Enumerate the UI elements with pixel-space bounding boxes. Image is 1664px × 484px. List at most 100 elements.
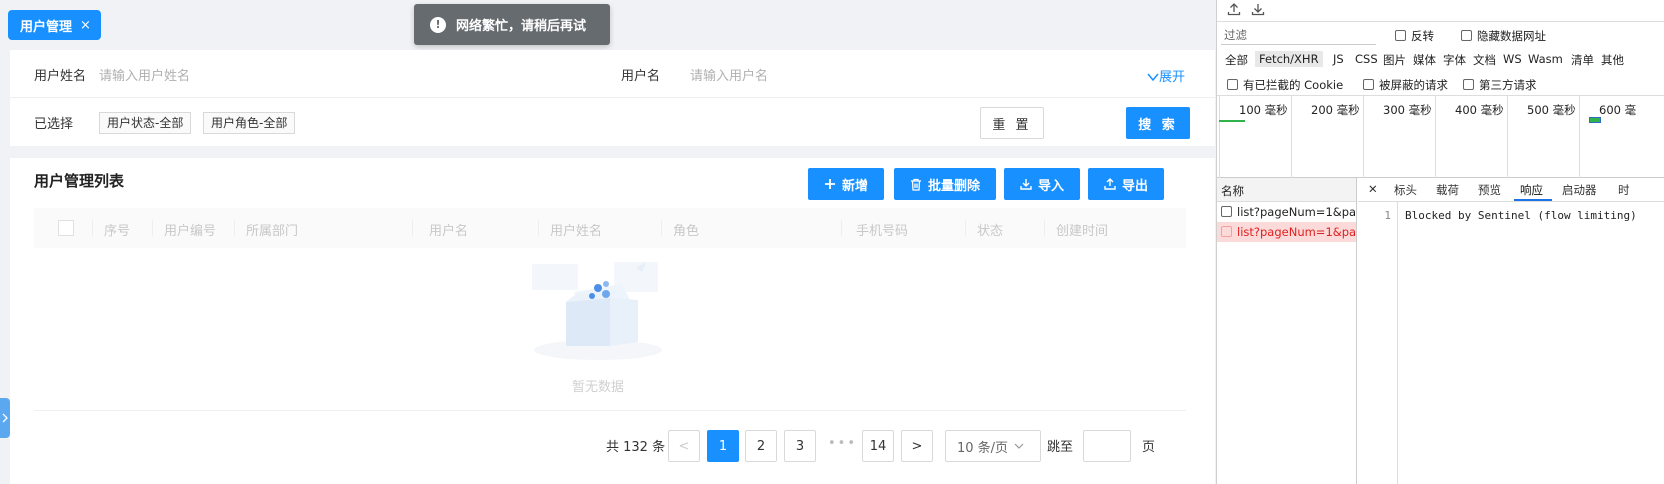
name-column-header[interactable]: 名称 — [1217, 178, 1356, 202]
timeline-label: 100 毫秒 — [1239, 103, 1288, 117]
add-button[interactable]: 新增 — [808, 168, 884, 200]
close-icon[interactable]: × — [80, 18, 91, 33]
filter-input[interactable]: 过滤 — [1221, 26, 1376, 45]
col-role: 角色 — [673, 224, 700, 239]
blocked-requests-option[interactable]: 被屏蔽的请求 — [1363, 77, 1448, 93]
column-divider — [92, 220, 93, 236]
col-index: 序号 — [104, 224, 131, 239]
select-all-checkbox[interactable] — [58, 220, 74, 236]
active-tab-indicator — [1514, 199, 1552, 201]
request-filter-row: 有已拦截的 Cookie 被屏蔽的请求 第三方请求 — [1217, 72, 1664, 96]
blocked-cookies-label: 有已拦截的 Cookie — [1243, 78, 1344, 92]
download-icon[interactable] — [1251, 2, 1265, 16]
blocked-cookies-checkbox[interactable] — [1227, 79, 1238, 90]
request-name: list?pageNum=1&pa... — [1237, 225, 1356, 239]
tab-preview[interactable]: 预览 — [1478, 182, 1501, 198]
col-status: 状态 — [977, 224, 1004, 239]
hide-data-urls-option[interactable]: 隐藏数据网址 — [1461, 28, 1546, 44]
timeline-label: 300 毫秒 — [1383, 103, 1432, 117]
third-party-option[interactable]: 第三方请求 — [1463, 77, 1537, 93]
expand-toggle[interactable]: 展开 — [1147, 66, 1185, 85]
empty-state: 暂无数据 — [518, 258, 678, 398]
tab-user-management[interactable]: 用户管理 × — [8, 10, 101, 40]
col-created-at: 创建时间 — [1056, 224, 1109, 239]
chip-user-role[interactable]: 用户角色-全部 — [203, 112, 296, 134]
request-row-error[interactable]: list?pageNum=1&pa... — [1217, 222, 1356, 242]
timeline-gridline — [1219, 96, 1220, 178]
chevron-right-icon — [2, 413, 8, 423]
column-divider — [152, 220, 153, 236]
search-button[interactable]: 搜 索 — [1126, 107, 1190, 139]
table-header: 序号 用户编号 所属部门 用户名 用户姓名 角色 手机号码 状态 创建时间 — [34, 208, 1186, 248]
tab-headers[interactable]: 标头 — [1394, 182, 1417, 198]
export-button[interactable]: 导出 — [1088, 168, 1164, 200]
blocked-cookies-option[interactable]: 有已拦截的 Cookie — [1227, 77, 1343, 93]
close-icon[interactable]: ✕ — [1368, 182, 1378, 196]
request-detail: ✕ 标头 载荷 预览 响应 启动器 时 1 Blocked by Sentine… — [1358, 178, 1664, 484]
chevron-down-icon — [1147, 73, 1159, 82]
sidebar-expand-handle[interactable] — [0, 398, 10, 438]
response-viewer[interactable]: 1 Blocked by Sentinel (flow limiting) — [1358, 202, 1664, 484]
type-css[interactable]: CSS — [1355, 52, 1378, 66]
user-fullname-input[interactable]: 请输入用户姓名 — [99, 65, 519, 85]
search-row: 用户姓名 请输入用户姓名 用户名 请输入用户名 展开 — [10, 50, 1215, 98]
invert-option[interactable]: 反转 — [1395, 28, 1434, 44]
third-party-label: 第三方请求 — [1479, 78, 1537, 92]
type-img[interactable]: 图片 — [1383, 52, 1406, 68]
type-all[interactable]: 全部 — [1225, 52, 1248, 68]
blocked-requests-checkbox[interactable] — [1363, 79, 1374, 90]
username-input[interactable]: 请输入用户名 — [690, 65, 1090, 85]
timeline-label: 600 毫 — [1599, 103, 1637, 117]
list-title: 用户管理列表 — [34, 172, 125, 190]
tab-payload[interactable]: 载荷 — [1436, 182, 1459, 198]
tag-bar: 用户管理 × — [8, 10, 101, 40]
type-wasm[interactable]: Wasm — [1528, 52, 1563, 66]
blocked-requests-label: 被屏蔽的请求 — [1379, 78, 1448, 92]
timeline-label: 500 毫秒 — [1527, 103, 1576, 117]
upload-icon[interactable] — [1227, 2, 1241, 16]
timeline-bar-ok — [1219, 120, 1245, 122]
expand-label: 展开 — [1158, 70, 1185, 85]
batch-delete-button[interactable]: 批量删除 — [894, 168, 996, 200]
network-timeline[interactable]: 100 毫秒 200 毫秒 300 毫秒 400 毫秒 500 毫秒 600 毫 — [1217, 96, 1664, 178]
import-button[interactable]: 导入 — [1004, 168, 1080, 200]
timeline-gridline — [1435, 96, 1436, 178]
timeline-label: 200 毫秒 — [1311, 103, 1360, 117]
column-divider — [965, 220, 966, 236]
type-ws[interactable]: WS — [1503, 52, 1522, 66]
request-name: list?pageNum=1&pa... — [1237, 205, 1356, 219]
timeline-gridline — [1507, 96, 1508, 178]
column-divider — [661, 220, 662, 236]
invert-checkbox[interactable] — [1395, 30, 1406, 41]
chip-user-status[interactable]: 用户状态-全部 — [99, 112, 192, 134]
tab-initiator[interactable]: 启动器 — [1562, 182, 1597, 198]
download-icon — [1020, 179, 1032, 190]
type-font[interactable]: 字体 — [1443, 52, 1466, 68]
error-toast: ! 网络繁忙，请稍后再试 — [414, 4, 610, 45]
export-label: 导出 — [1121, 178, 1148, 194]
request-list: 名称 list?pageNum=1&pa... list?pageNum=1&p… — [1217, 178, 1357, 484]
user-fullname-label: 用户姓名 — [34, 69, 87, 84]
trash-icon — [910, 178, 921, 191]
request-checkbox[interactable] — [1221, 206, 1232, 217]
type-other[interactable]: 其他 — [1601, 52, 1624, 68]
hide-data-urls-checkbox[interactable] — [1461, 30, 1472, 41]
reset-button[interactable]: 重 置 — [980, 107, 1044, 139]
request-checkbox[interactable] — [1221, 226, 1232, 237]
column-divider — [538, 220, 539, 236]
tab-response[interactable]: 响应 — [1520, 182, 1543, 198]
timeline-bar-selected — [1589, 117, 1601, 123]
response-body[interactable]: Blocked by Sentinel (flow limiting) — [1405, 209, 1637, 222]
type-fetch-xhr[interactable]: Fetch/XHR — [1255, 51, 1323, 67]
type-media[interactable]: 媒体 — [1413, 52, 1436, 68]
col-fullname: 用户姓名 — [550, 224, 603, 239]
type-manifest[interactable]: 清单 — [1571, 52, 1594, 68]
col-phone: 手机号码 — [856, 224, 909, 239]
type-js[interactable]: JS — [1333, 52, 1344, 66]
devtools-network-panel: 过滤 反转 隐藏数据网址 全部 Fetch/XHR JS CSS 图片 媒体 字… — [1216, 0, 1664, 484]
tab-timing[interactable]: 时 — [1618, 182, 1630, 198]
third-party-checkbox[interactable] — [1463, 79, 1474, 90]
timeline-label: 400 毫秒 — [1455, 103, 1504, 117]
type-doc[interactable]: 文档 — [1473, 52, 1496, 68]
request-row[interactable]: list?pageNum=1&pa... — [1217, 202, 1356, 222]
